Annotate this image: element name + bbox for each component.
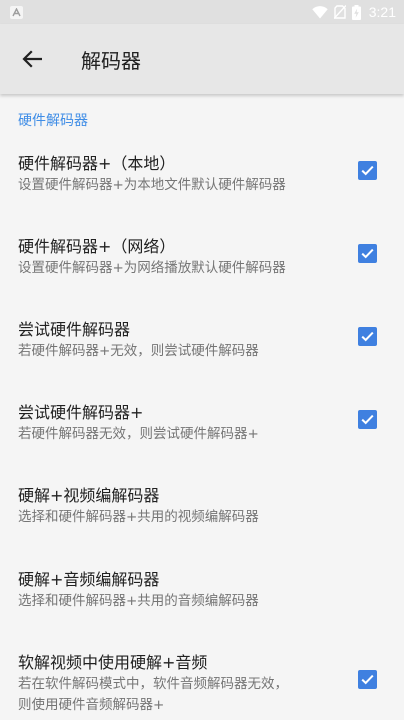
check-icon (361, 331, 374, 342)
checkbox-checked[interactable] (358, 244, 377, 263)
status-clock: 3:21 (368, 4, 396, 20)
check-icon (361, 414, 374, 425)
section-header-hardware-decoder: 硬件解码器 (18, 113, 88, 129)
arrow-back-icon (22, 50, 42, 68)
pref-title: 硬解+视频编解码器 (18, 486, 160, 505)
pref-summary: 选择和硬件解码器+共用的音频编解码器 (18, 593, 259, 609)
pref-try-hw-decoder[interactable]: 尝试硬件解码器 若硬件解码器+无效，则尝试硬件解码器 (0, 310, 404, 390)
checkbox-checked[interactable] (358, 327, 377, 346)
pref-summary: 设置硬件解码器+为网络播放默认硬件解码器 (18, 260, 286, 276)
a-notification-icon (10, 5, 23, 19)
pref-title: 尝试硬件解码器 (18, 320, 131, 339)
pref-title: 硬件解码器+（本地） (18, 154, 176, 173)
pref-hw-decoder-plus-network[interactable]: 硬件解码器+（网络） 设置硬件解码器+为网络播放默认硬件解码器 (0, 227, 404, 307)
pref-summary: 若在软件解码模式中，软件音频解码器无效， (18, 676, 288, 692)
pref-hw-plus-audio-codec[interactable]: 硬解+音频编解码器 选择和硬件解码器+共用的音频编解码器 (0, 560, 404, 640)
pref-title: 尝试硬件解码器+ (18, 403, 144, 422)
preferences-list: 硬件解码器 硬件解码器+（本地） 设置硬件解码器+为本地文件默认硬件解码器 硬件… (0, 94, 404, 720)
pref-title: 硬件解码器+（网络） (18, 237, 176, 256)
pref-hw-plus-video-codec[interactable]: 硬解+视频编解码器 选择和硬件解码器+共用的视频编解码器 (0, 476, 404, 556)
pref-summary: 若硬件解码器无效，则尝试硬件解码器+ (18, 426, 259, 442)
pref-try-hw-decoder-plus[interactable]: 尝试硬件解码器+ 若硬件解码器无效，则尝试硬件解码器+ (0, 393, 404, 473)
check-icon (361, 248, 374, 259)
pref-summary: 选择和硬件解码器+共用的视频编解码器 (18, 509, 259, 525)
pref-hw-decoder-plus-local[interactable]: 硬件解码器+（本地） 设置硬件解码器+为本地文件默认硬件解码器 (0, 144, 404, 224)
check-icon (361, 674, 374, 685)
back-button[interactable] (16, 43, 48, 75)
battery-charging-icon (351, 4, 361, 20)
checkbox-checked[interactable] (358, 161, 377, 180)
checkbox-checked[interactable] (358, 670, 377, 689)
pref-summary: 若硬件解码器+无效，则尝试硬件解码器 (18, 343, 259, 359)
pref-summary-line2: 则使用硬件音频解码器+ (18, 697, 165, 713)
pref-sw-video-hw-plus-audio[interactable]: 软解视频中使用硬解+音频 若在软件解码模式中，软件音频解码器无效， 则使用硬件音… (0, 643, 404, 720)
checkbox-checked[interactable] (358, 410, 377, 429)
no-sim-icon (333, 5, 346, 19)
pref-summary: 设置硬件解码器+为本地文件默认硬件解码器 (18, 177, 286, 193)
pref-title: 硬解+音频编解码器 (18, 570, 160, 589)
pref-title: 软解视频中使用硬解+音频 (18, 653, 208, 672)
wifi-icon (312, 5, 328, 19)
page-title: 解码器 (81, 48, 141, 73)
app-bar: 解码器 (0, 24, 404, 94)
status-bar: 3:21 (0, 0, 404, 24)
check-icon (361, 165, 374, 176)
